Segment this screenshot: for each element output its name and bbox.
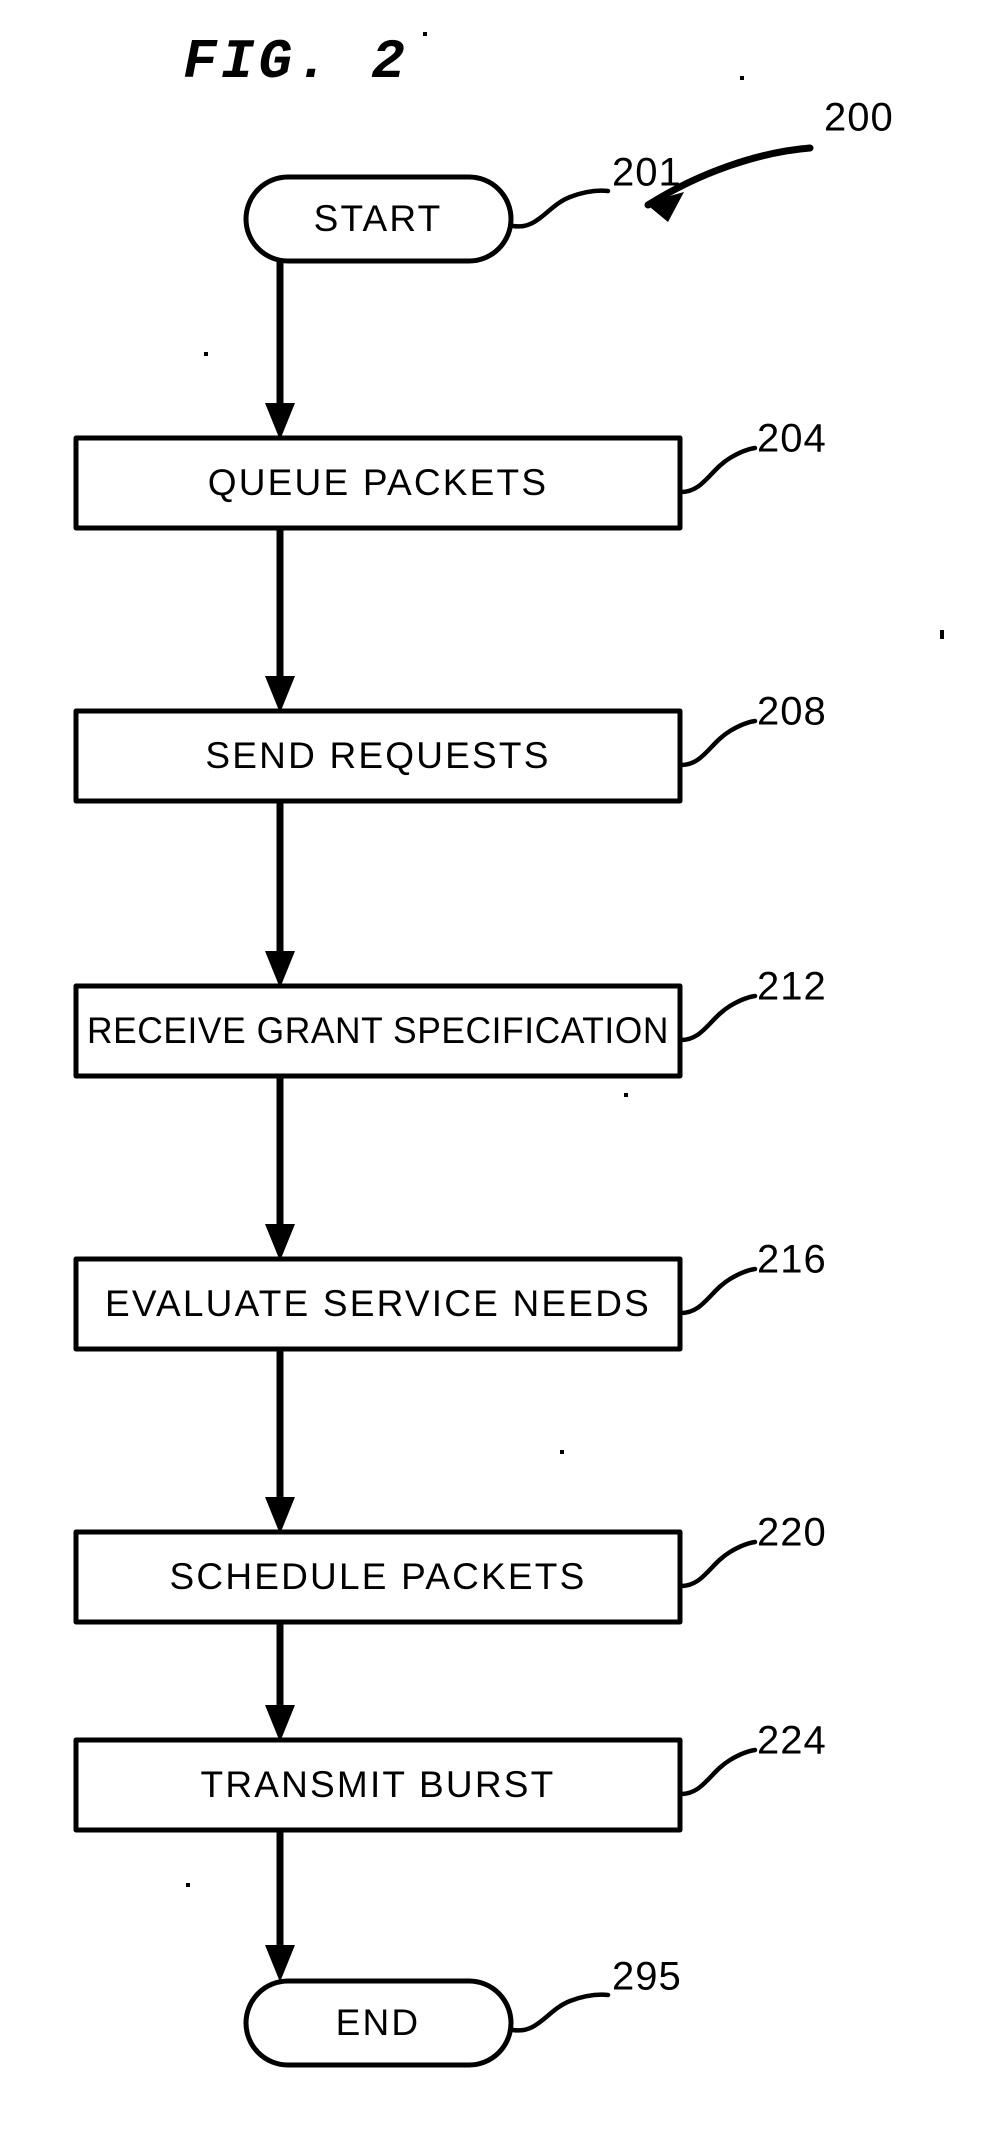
scan-speck	[560, 1450, 564, 1454]
node-receive-grant-specification[interactable]: RECEIVE GRANT SPECIFICATION	[73, 983, 683, 1079]
label-220: SCHEDULE PACKETS	[170, 1556, 587, 1597]
reference-number-208: 208	[757, 690, 827, 734]
node-queue-packets[interactable]: QUEUE PACKETS	[73, 435, 683, 531]
leader-line-204	[678, 445, 758, 495]
reference-number-224: 224	[757, 1719, 827, 1763]
reference-number-212: 212	[757, 965, 827, 1009]
reference-number-295: 295	[612, 1955, 682, 1999]
leader-line-208	[678, 718, 758, 768]
node-start[interactable]: START	[243, 174, 514, 264]
patent-figure: FIG. 2 200 START 201 QUEUE PACKETS 204 S…	[0, 0, 996, 2133]
end-label: END	[336, 2002, 421, 2043]
figure-title: FIG. 2	[183, 30, 409, 94]
arrowhead-212	[265, 951, 295, 988]
label-208: SEND REQUESTS	[205, 735, 550, 776]
node-evaluate-service-needs[interactable]: EVALUATE SERVICE NEEDS	[73, 1256, 683, 1352]
leader-line-212	[678, 993, 758, 1043]
scan-speck	[940, 630, 944, 639]
scan-speck	[624, 1093, 628, 1097]
reference-number-200: 200	[824, 96, 894, 140]
leader-line-220	[678, 1539, 758, 1589]
scan-speck	[423, 32, 427, 36]
node-schedule-packets[interactable]: SCHEDULE PACKETS	[73, 1529, 683, 1625]
scan-speck	[204, 352, 208, 356]
label-224: TRANSMIT BURST	[201, 1764, 556, 1805]
reference-number-216: 216	[757, 1238, 827, 1282]
arrowhead-220	[265, 1497, 295, 1534]
leader-line-295	[510, 1992, 611, 2033]
scan-speck	[186, 1883, 190, 1887]
start-label: START	[314, 198, 443, 239]
leader-line-216	[678, 1266, 758, 1316]
leader-line-201	[510, 188, 611, 229]
arrowhead-216	[265, 1224, 295, 1261]
arrowhead-end	[265, 1945, 295, 1982]
label-212: RECEIVE GRANT SPECIFICATION	[87, 1010, 669, 1051]
label-216: EVALUATE SERVICE NEEDS	[105, 1283, 651, 1324]
node-transmit-burst[interactable]: TRANSMIT BURST	[73, 1737, 683, 1833]
arrowhead-204	[265, 403, 295, 440]
reference-number-204: 204	[757, 417, 827, 461]
label-204: QUEUE PACKETS	[208, 462, 548, 503]
node-send-requests[interactable]: SEND REQUESTS	[73, 708, 683, 804]
reference-number-220: 220	[757, 1511, 827, 1555]
arrowhead-208	[265, 676, 295, 713]
figure-canvas: FIG. 2 200 START 201 QUEUE PACKETS 204 S…	[73, 30, 944, 2068]
reference-number-201: 201	[612, 151, 682, 195]
leader-line-224	[678, 1747, 758, 1797]
scan-speck	[740, 76, 744, 80]
arrowhead-224	[265, 1705, 295, 1742]
node-end[interactable]: END	[243, 1978, 514, 2068]
